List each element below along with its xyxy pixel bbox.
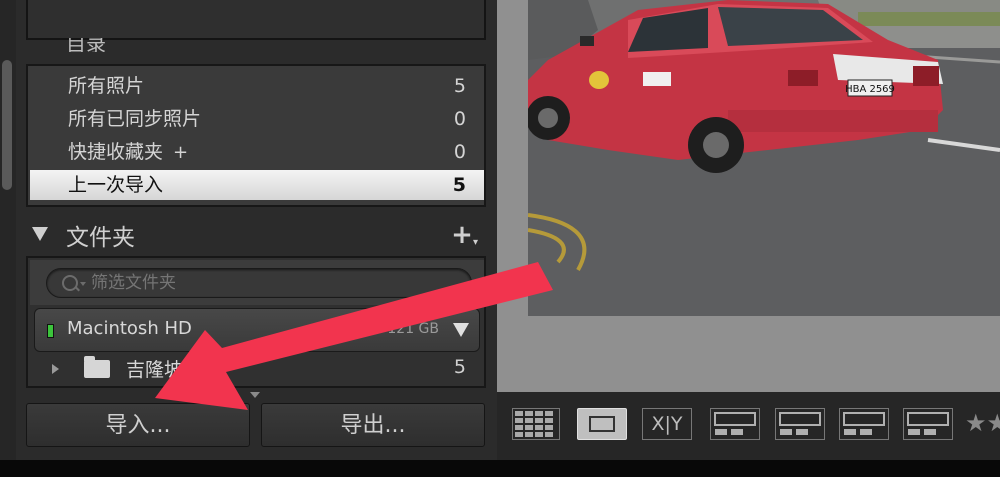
catalog-item-count: 5 xyxy=(452,174,466,196)
catalog-item-count: 0 xyxy=(453,108,466,130)
folders-title: 文件夹 xyxy=(66,225,135,251)
catalog-item-count: 5 xyxy=(453,75,466,97)
view-toolbar: X|Y ★★ xyxy=(497,392,1000,460)
book-view-icon[interactable] xyxy=(903,408,953,440)
catalog-item-label: 上一次导入 xyxy=(68,174,164,196)
catalog-item-all-synced[interactable]: 所有已同步照片 0 xyxy=(30,104,484,134)
volume-macintosh-hd[interactable]: Macintosh HD 121 GB xyxy=(34,308,480,352)
folder-row-kuala-lumpur[interactable]: 吉隆坡 5 xyxy=(30,354,484,384)
folder-filter-area xyxy=(30,260,484,305)
catalog-section-title: 目录 xyxy=(66,38,106,52)
people-glyph xyxy=(779,412,821,435)
compare-view-icon[interactable]: X|Y xyxy=(642,408,692,440)
scrollbar-thumb[interactable] xyxy=(2,60,12,190)
search-options-chevron-icon[interactable] xyxy=(80,282,86,286)
catalog-section-header[interactable]: 目录 xyxy=(30,38,490,52)
grid-view-icon[interactable] xyxy=(512,408,560,440)
folder-count: 5 xyxy=(453,356,466,378)
collapse-triangle-icon[interactable] xyxy=(32,227,48,241)
volume-size: 121 GB xyxy=(387,321,439,337)
add-quick-collection-icon[interactable]: + xyxy=(173,142,188,163)
catalog-list: 所有照片 5 所有已同步照片 0 快捷收藏夹 + 0 上一次导入 5 xyxy=(26,64,486,207)
map-view-icon[interactable] xyxy=(839,408,889,440)
volume-name: Macintosh HD xyxy=(67,318,192,339)
loupe-glyph xyxy=(589,416,615,432)
survey-glyph xyxy=(714,412,756,435)
rating-star-icon[interactable]: ★★ xyxy=(965,408,1000,440)
book-glyph xyxy=(907,412,949,435)
catalog-item-label: 所有照片 xyxy=(68,75,145,97)
catalog-item-label-wrap: 快捷收藏夹 + xyxy=(68,137,188,168)
survey-view-icon[interactable] xyxy=(710,408,760,440)
folders-list: Macintosh HD 121 GB 吉隆坡 5 xyxy=(26,256,486,388)
plus-icon: + xyxy=(451,220,473,250)
taxi-photo-image: HBA 2569 xyxy=(528,0,1000,316)
left-panel-scrollbar[interactable] xyxy=(0,0,16,460)
search-icon xyxy=(62,275,78,291)
license-plate-text: HBA 2569 xyxy=(845,84,895,95)
volume-collapse-icon[interactable] xyxy=(453,323,469,337)
grid-glyph xyxy=(515,411,553,437)
catalog-item-label: 所有已同步照片 xyxy=(68,108,202,130)
folder-name: 吉隆坡 xyxy=(126,359,184,381)
catalog-item-previous-import[interactable]: 上一次导入 5 xyxy=(30,170,484,200)
catalog-item-count: 0 xyxy=(453,141,466,163)
loupe-view-icon[interactable] xyxy=(577,408,627,440)
bottom-edge xyxy=(0,460,1000,477)
folder-filter-input[interactable] xyxy=(46,268,472,298)
navigator-preview-box xyxy=(26,0,486,40)
panel-toggle-caret-icon[interactable] xyxy=(250,392,260,398)
export-button[interactable]: 导出... xyxy=(261,403,485,447)
photo-preview[interactable]: HBA 2569 xyxy=(528,0,1000,316)
catalog-item-quick-collection[interactable]: 快捷收藏夹 + 0 xyxy=(30,137,484,167)
chevron-down-icon: ▾ xyxy=(472,237,478,248)
folders-section-header[interactable]: 文件夹 +▾ xyxy=(26,214,486,254)
people-view-icon[interactable] xyxy=(775,408,825,440)
disclosure-triangle-icon[interactable] xyxy=(52,364,59,374)
import-button[interactable]: 导入... xyxy=(26,403,250,447)
catalog-item-all-photos[interactable]: 所有照片 5 xyxy=(30,71,484,101)
volume-status-icon xyxy=(47,324,54,338)
map-glyph xyxy=(843,412,885,435)
catalog-item-label: 快捷收藏夹 xyxy=(68,141,164,163)
folder-icon xyxy=(84,356,110,378)
add-folder-icon[interactable]: +▾ xyxy=(451,220,478,250)
